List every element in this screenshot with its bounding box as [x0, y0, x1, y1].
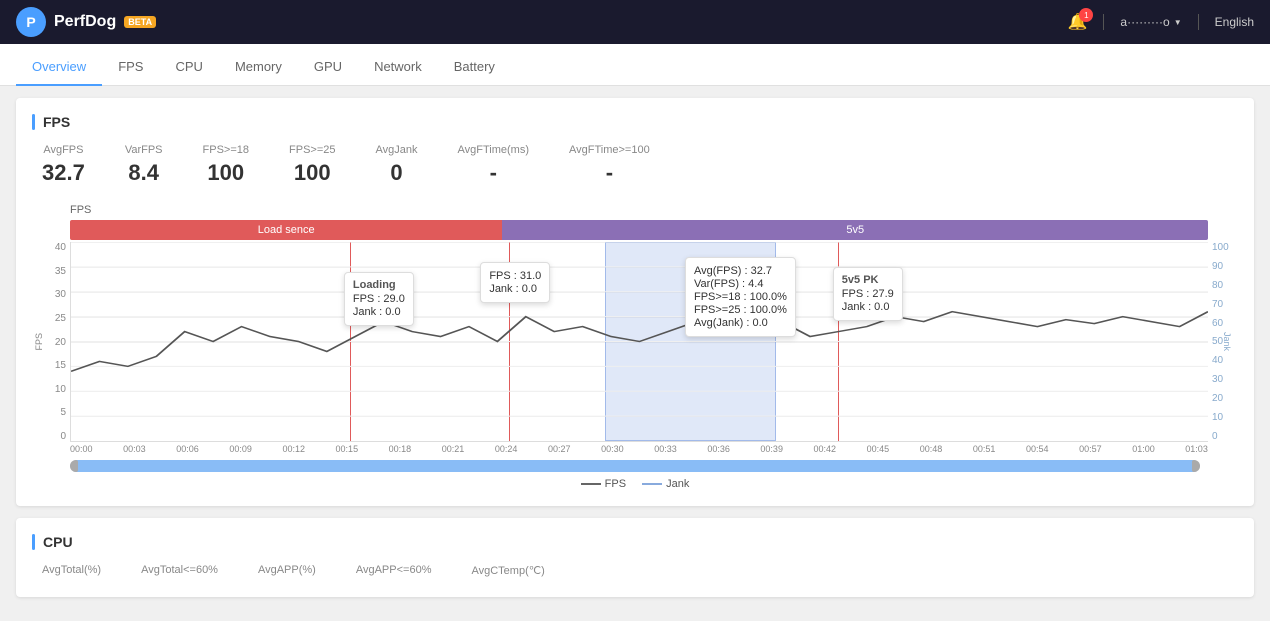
scrollbar-thumb[interactable] — [70, 460, 1200, 472]
fps-card: FPS AvgFPS 32.7 VarFPS 8.4 FPS>=18 100 F… — [16, 98, 1254, 506]
fps-chart-area[interactable]: Loading FPS : 29.0 Jank : 0.0 FPS : 31.0… — [70, 242, 1208, 442]
chevron-down-icon: ▼ — [1174, 18, 1182, 27]
fps-chart-label: FPS — [70, 202, 1238, 216]
navigation: Overview FPS CPU Memory GPU Network Batt… — [0, 44, 1270, 86]
legend-jank: Jank — [642, 478, 689, 490]
logo-letter: P — [26, 14, 35, 30]
tooltip-5v5pk: 5v5 PK FPS : 27.9 Jank : 0.0 — [833, 267, 903, 321]
stat-fps25: FPS>=25 100 — [289, 144, 335, 186]
fps-stats-row: AvgFPS 32.7 VarFPS 8.4 FPS>=18 100 FPS>=… — [32, 144, 1238, 186]
tooltip-fps: FPS : 31.0 Jank : 0.0 — [480, 262, 550, 303]
app-name: PerfDog — [54, 13, 116, 31]
nav-item-cpu[interactable]: CPU — [159, 49, 218, 86]
fps-line-chart — [71, 242, 1208, 441]
chart-legend: FPS Jank — [32, 478, 1238, 490]
segment-bar: Load sence 5v5 — [70, 220, 1208, 240]
stat-avgapp60: AvgAPP<=60% — [356, 564, 432, 581]
jank-y-label-wrapper: Jank — [1222, 242, 1232, 442]
stat-avgapp: AvgAPP(%) — [258, 564, 316, 581]
cpu-title: CPU — [32, 534, 1238, 550]
stat-avgftime100: AvgFTime>=100 - — [569, 144, 650, 186]
language-selector[interactable]: English — [1215, 15, 1254, 29]
tooltip-5v5-stats: Avg(FPS) : 32.7 Var(FPS) : 4.4 FPS>=18 :… — [685, 257, 796, 337]
x-axis: 00:00 00:03 00:06 00:09 00:12 00:15 00:1… — [70, 442, 1208, 454]
stat-avgftime: AvgFTime(ms) - — [458, 144, 530, 186]
stat-avgjank: AvgJank 0 — [376, 144, 418, 186]
cpu-card: CPU AvgTotal(%) AvgTotal<=60% AvgAPP(%) … — [16, 518, 1254, 597]
stat-avgctemp: AvgCTemp(℃) — [471, 564, 544, 581]
user-name: a·········o — [1120, 15, 1169, 29]
header: P PerfDog BETA 🔔 1 a·········o ▼ English — [0, 0, 1270, 44]
stat-varfps: VarFPS 8.4 — [125, 144, 163, 186]
legend-jank-line — [642, 483, 662, 485]
fps-label: FPS — [34, 333, 44, 351]
tooltip-loading: Loading FPS : 29.0 Jank : 0.0 — [344, 272, 414, 326]
legend-fps: FPS — [581, 478, 626, 490]
cpu-title-bar — [32, 534, 35, 550]
beta-badge: BETA — [124, 16, 156, 28]
cpu-stats-row: AvgTotal(%) AvgTotal<=60% AvgAPP(%) AvgA… — [32, 564, 1238, 581]
chart-scrollbar[interactable] — [70, 460, 1200, 472]
nav-item-fps[interactable]: FPS — [102, 49, 159, 86]
nav-item-battery[interactable]: Battery — [438, 49, 511, 86]
segment-5v5: 5v5 — [502, 220, 1208, 240]
stat-fps18: FPS>=18 100 — [203, 144, 249, 186]
legend-fps-line — [581, 483, 601, 485]
nav-item-memory[interactable]: Memory — [219, 49, 298, 86]
scroll-handle-right[interactable] — [1192, 460, 1200, 472]
header-right: 🔔 1 a·········o ▼ English — [1067, 12, 1254, 32]
header-left: P PerfDog BETA — [16, 7, 156, 37]
nav-item-network[interactable]: Network — [358, 49, 438, 86]
fps-y-label-wrapper: FPS — [34, 242, 44, 442]
scroll-handle-left[interactable] — [70, 460, 78, 472]
header-divider2 — [1198, 14, 1199, 30]
notification-count: 1 — [1079, 8, 1093, 22]
fps-title: FPS — [32, 114, 1238, 130]
app-logo: P — [16, 7, 46, 37]
nav-item-overview[interactable]: Overview — [16, 49, 102, 86]
stat-avgfps: AvgFPS 32.7 — [42, 144, 85, 186]
title-bar — [32, 114, 35, 130]
fps-chart-container[interactable]: 40 35 30 25 20 15 10 5 0 — [32, 242, 1238, 442]
nav-item-gpu[interactable]: GPU — [298, 49, 358, 86]
user-menu[interactable]: a·········o ▼ — [1120, 15, 1181, 29]
jank-label: Jank — [1222, 332, 1232, 351]
fps-chart-wrapper: 40 35 30 25 20 15 10 5 0 — [32, 242, 1238, 442]
stat-avgtotal60: AvgTotal<=60% — [141, 564, 218, 581]
content: FPS AvgFPS 32.7 VarFPS 8.4 FPS>=18 100 F… — [0, 86, 1270, 621]
header-divider — [1103, 14, 1104, 30]
segment-load: Load sence — [70, 220, 502, 240]
notification-bell[interactable]: 🔔 1 — [1067, 12, 1087, 32]
stat-avgtotal: AvgTotal(%) — [42, 564, 101, 581]
